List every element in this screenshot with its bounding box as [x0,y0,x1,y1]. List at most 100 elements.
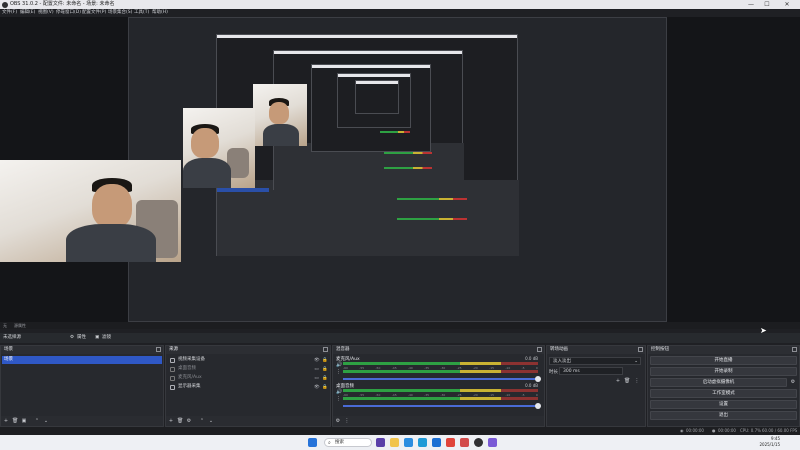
transitions-header: 转场动画 [547,346,645,354]
eye-icon[interactable]: ▭ [314,367,319,372]
lock-icon[interactable]: 🔒 [322,358,328,363]
studio-mode-button[interactable]: 工作室模式 [650,389,797,398]
preview-canvas[interactable] [128,17,667,322]
menu-scene-collection[interactable]: 场景集合(S) [108,9,132,17]
volume-meter [343,370,538,373]
menu-view[interactable]: 视图(V) [38,9,54,17]
gear-icon[interactable]: ⚙ [186,418,192,424]
menu-profile[interactable]: 配置文件(P) [82,9,106,17]
dock-undock-icon[interactable] [537,347,542,352]
eye-icon[interactable]: 👁 [314,358,320,363]
menu-tools[interactable]: 工具(T) [134,9,149,17]
source-item[interactable]: 麦克风/Aux ▭ 🔒 [167,374,329,382]
store-icon[interactable] [418,438,427,447]
mixer-header: 混音器 [333,346,544,354]
menu-dots-icon[interactable]: ⋮ [634,378,640,384]
dock-undock-icon[interactable] [638,347,643,352]
taskbar-search[interactable]: ⌕ 搜索 [324,438,372,447]
duration-input[interactable]: 300 ms [559,367,623,375]
volume-meter [343,397,538,400]
mixer-title: 混音器 [336,347,350,352]
move-up-icon[interactable]: ⌃ [199,418,205,424]
file-explorer-icon[interactable] [390,438,399,447]
trash-icon[interactable]: 🗑 [177,418,183,424]
source-item[interactable]: 桌面音频 ▭ 🔒 [167,365,329,373]
volume-slider[interactable] [343,376,541,382]
preview-source-label: 源属性 [14,323,26,328]
gear-icon[interactable]: ⚙ [790,379,796,385]
trash-icon[interactable]: 🗑 [12,418,18,424]
app-icon[interactable] [432,438,441,447]
gear-icon[interactable]: ⚙ [335,418,341,424]
edge-icon[interactable] [404,438,413,447]
transition-select[interactable]: 淡入淡出 ⌄ [549,357,641,365]
speaker-icon[interactable]: 🔊 [336,363,342,368]
transitions-title: 转场动画 [550,347,568,352]
start-recording-button[interactable]: 开始录制 [650,367,797,376]
scenes-dock: 场景 场景 + 🗑 ▣ ⌃ ⌄ [0,345,164,427]
clock[interactable]: 9:45 2025/1/15 [759,436,780,448]
sources-footer: + 🗑 ⚙ ⌃ ⌄ [166,416,330,426]
properties-button[interactable]: 属性 [77,333,86,343]
filter-icon[interactable]: ▣ [21,418,27,424]
lock-icon[interactable]: 🔒 [322,376,328,381]
dock-undock-icon[interactable] [156,347,161,352]
webcam-thumb-3 [253,84,307,146]
mixer-footer: ⚙ ⋮ [333,416,544,426]
minimize-button[interactable]: — [744,0,758,9]
cpu-usage: CPU: 0.7% [740,428,761,433]
move-down-icon[interactable]: ⌄ [43,418,49,424]
menu-file[interactable]: 文件(F) [2,9,17,17]
filters-button[interactable]: 滤镜 [102,333,111,343]
obs-icon[interactable] [474,438,483,447]
start-virtual-camera-button[interactable]: 启动虚拟摄像机 [650,378,787,387]
menu-help[interactable]: 帮助(H) [152,9,168,17]
eye-icon[interactable]: ▭ [314,376,319,381]
scenes-title: 场景 [4,347,13,352]
app-icon[interactable] [376,438,385,447]
gear-icon[interactable]: ⚙ [70,333,74,343]
start-streaming-button[interactable]: 开始直播 [650,356,797,365]
source-item[interactable]: 显示器采集 👁 🔒 [167,383,329,391]
app-icon[interactable] [488,438,497,447]
add-icon[interactable]: + [168,418,174,424]
lock-icon[interactable]: 🔒 [322,367,328,372]
source-toolbar: 未选择源 ⚙ 属性 ▣ 滤镜 [0,333,800,343]
menu-dots-icon[interactable]: ⋮ [336,397,341,402]
speaker-icon[interactable]: 🔊 [336,390,342,395]
window-title: OBS 31.0.2 - 配置文件: 未命名 - 场景: 未命名 [10,1,115,7]
source-item[interactable]: 视频采集设备 👁 🔒 [167,356,329,364]
preview-status-left: 无 [3,323,7,328]
scene-item[interactable]: 场景 [2,356,162,364]
close-button[interactable]: ✕ [780,0,794,9]
app-icon[interactable] [460,438,469,447]
move-down-icon[interactable]: ⌄ [208,418,214,424]
controls-dock: 控制按钮 开始直播 开始录制 启动虚拟摄像机 ⚙ 工作室模式 设置 退出 [647,345,800,427]
eye-icon[interactable]: 👁 [314,385,320,390]
maximize-button[interactable]: ☐ [760,0,774,9]
dock-undock-icon[interactable] [323,347,328,352]
add-icon[interactable]: + [615,378,621,384]
filter-icon[interactable]: ▣ [95,333,99,343]
windows-start-icon[interactable] [308,438,317,447]
dock-undock-icon[interactable] [792,347,797,352]
menu-dots-icon[interactable]: ⋮ [336,370,341,375]
volume-meter [343,362,538,365]
volume-slider[interactable] [343,403,541,409]
move-up-icon[interactable]: ⌃ [34,418,40,424]
obs-logo-icon [2,1,8,8]
obs-app: OBS 31.0.2 - 配置文件: 未命名 - 场景: 未命名 — ☐ ✕ 文… [0,0,800,450]
lock-icon[interactable]: 🔒 [322,385,328,390]
chevron-down-icon: ⌄ [634,359,638,364]
settings-button[interactable]: 设置 [650,400,797,409]
trash-icon[interactable]: 🗑 [624,378,630,384]
search-icon: ⌕ [328,440,331,446]
chrome-icon[interactable] [446,438,455,447]
menu-docks[interactable]: 停靠窗口(D) [56,9,81,17]
add-icon[interactable]: + [3,418,9,424]
menu-edit[interactable]: 编辑(E) [20,9,35,17]
menu-dots-icon[interactable]: ⋮ [344,418,350,424]
speaker-icon [170,366,175,372]
exit-button[interactable]: 退出 [650,411,797,420]
rec-timer: 00:00:00 [718,428,736,433]
